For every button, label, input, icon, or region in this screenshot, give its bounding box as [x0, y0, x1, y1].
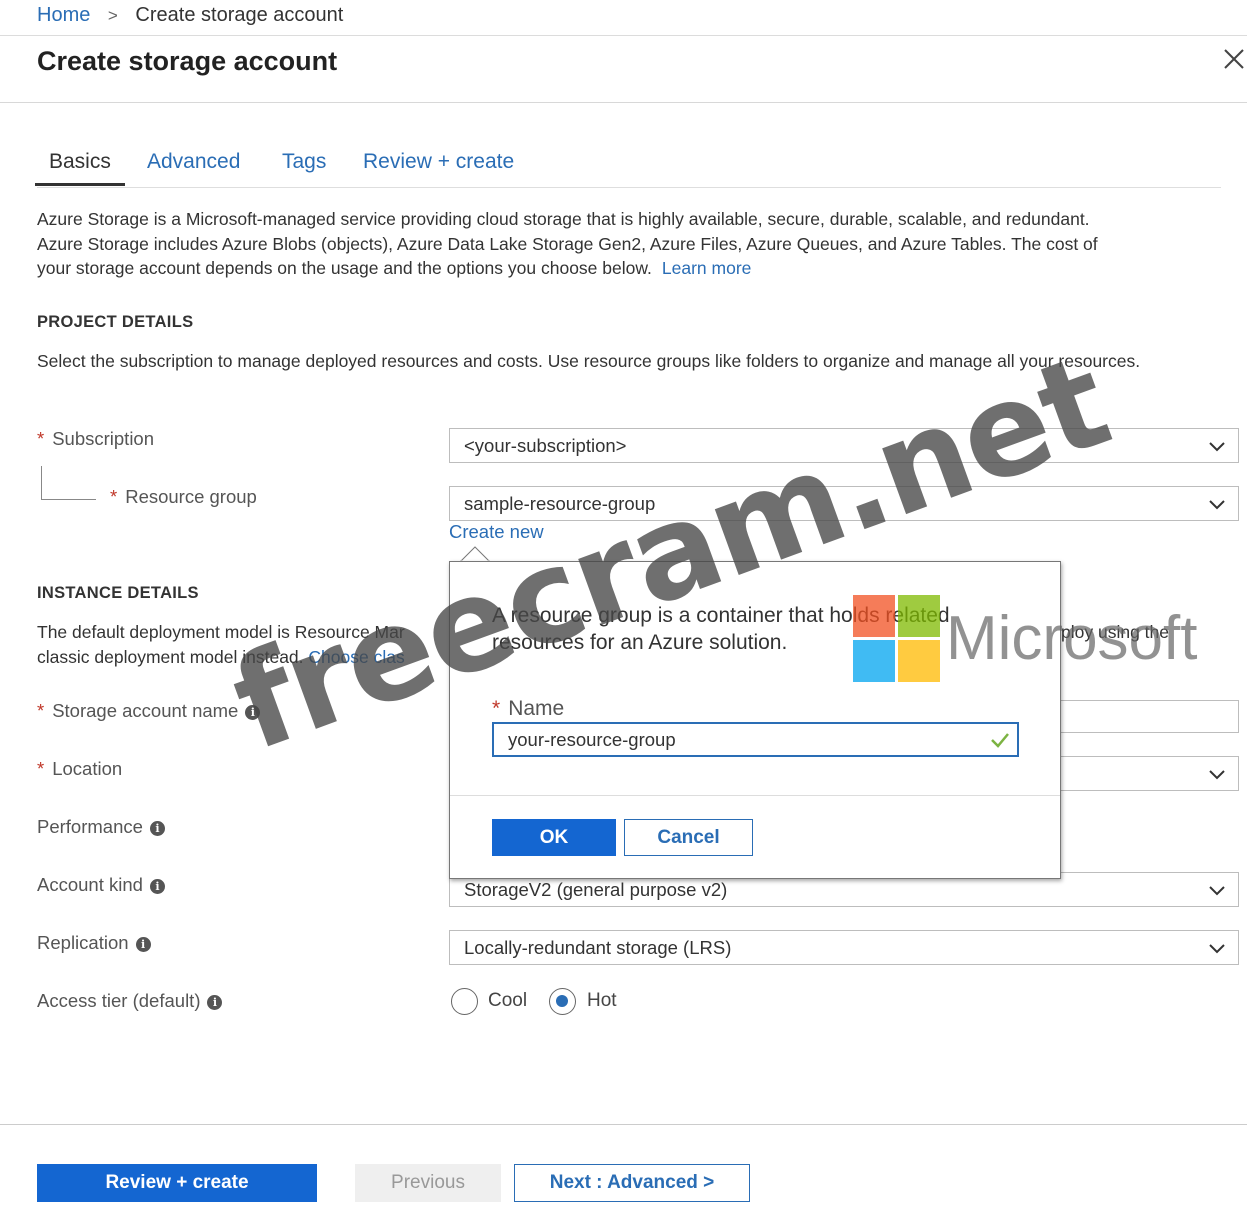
replication-select[interactable]: Locally-redundant storage (LRS) — [449, 930, 1239, 965]
resource-group-label-text: Resource group — [125, 486, 257, 507]
create-resource-group-callout: A resource group is a container that hol… — [449, 561, 1061, 879]
callout-description: A resource group is a container that hol… — [492, 604, 950, 654]
intro-line-3-text: your storage account depends on the usag… — [37, 258, 652, 278]
breadcrumb: Home > Create storage account — [37, 4, 343, 27]
breadcrumb-current: Create storage account — [135, 4, 344, 26]
tab-bar: Basics Advanced Tags Review + create — [35, 150, 1221, 188]
page-title: Create storage account — [37, 46, 338, 76]
replication-value: Locally-redundant storage (LRS) — [464, 937, 732, 958]
footer-divider — [0, 1124, 1247, 1125]
callout-name-label: * Name — [492, 697, 564, 721]
instance-desc-line-2-text: classic deployment model instead. — [37, 646, 304, 667]
account-kind-value: StorageV2 (general purpose v2) — [464, 879, 728, 900]
info-icon[interactable]: i — [149, 820, 165, 836]
access-tier-label-text: Access tier (default) — [37, 990, 201, 1011]
location-label-text: Location — [52, 758, 123, 779]
access-tier-label: Access tier (default) i — [37, 990, 223, 1012]
required-asterisk: * — [110, 486, 118, 507]
tab-advanced[interactable]: Advanced — [147, 150, 240, 184]
required-asterisk: * — [37, 758, 45, 779]
info-icon[interactable]: i — [207, 994, 223, 1010]
access-tier-cool-radio[interactable] — [451, 988, 478, 1015]
storage-account-name-label-text: Storage account name — [52, 700, 239, 721]
location-label: * Location — [37, 758, 122, 780]
subscription-label-text: Subscription — [52, 428, 155, 449]
close-icon[interactable] — [1222, 46, 1246, 72]
resource-group-value: sample-resource-group — [464, 493, 656, 514]
project-details-description: Select the subscription to manage deploy… — [37, 351, 1141, 371]
top-divider — [0, 35, 1247, 36]
chevron-down-icon — [1209, 770, 1225, 780]
callout-pointer — [460, 546, 490, 562]
review-create-button[interactable]: Review + create — [37, 1164, 317, 1202]
access-tier-hot-label: Hot — [587, 990, 617, 1011]
performance-label-text: Performance — [37, 816, 143, 837]
instance-desc-line-1-start: The default deployment model is Resource… — [37, 622, 405, 642]
breadcrumb-home-link[interactable]: Home — [37, 4, 90, 26]
learn-more-link[interactable]: Learn more — [662, 258, 752, 278]
resource-group-name-input[interactable]: your-resource-group — [492, 722, 1019, 757]
access-tier-cool-label: Cool — [488, 990, 528, 1011]
required-asterisk: * — [37, 428, 45, 449]
ok-button[interactable]: OK — [492, 819, 616, 856]
previous-button[interactable]: Previous — [355, 1164, 501, 1202]
subscription-value: <your-subscription> — [464, 435, 627, 456]
resource-group-select[interactable]: sample-resource-group — [449, 486, 1239, 521]
intro-line-3: your storage account depends on the usag… — [37, 256, 1227, 281]
account-kind-label: Account kind i — [37, 874, 165, 896]
cancel-button[interactable]: Cancel — [624, 819, 753, 856]
chevron-down-icon — [1209, 442, 1225, 452]
info-icon[interactable]: i — [245, 704, 261, 720]
tab-tags[interactable]: Tags — [282, 150, 326, 184]
resource-group-connector — [41, 466, 96, 500]
choose-classic-link[interactable]: Choose clas — [308, 647, 404, 667]
info-icon[interactable]: i — [149, 878, 165, 894]
required-asterisk: * — [492, 697, 501, 720]
instance-details-heading: INSTANCE DETAILS — [37, 584, 199, 602]
subscription-select[interactable]: <your-subscription> — [449, 428, 1239, 463]
account-kind-label-text: Account kind — [37, 874, 143, 895]
access-tier-hot-radio[interactable] — [549, 988, 576, 1015]
create-new-link[interactable]: Create new — [449, 521, 544, 543]
resource-group-label: * Resource group — [110, 486, 257, 508]
info-icon[interactable]: i — [135, 936, 151, 952]
intro-line-1: Azure Storage is a Microsoft-managed ser… — [37, 209, 1090, 229]
check-icon — [991, 733, 1009, 748]
intro-line-2: Azure Storage includes Azure Blobs (obje… — [37, 233, 1098, 254]
chevron-down-icon — [1209, 886, 1225, 896]
callout-name-label-text: Name — [508, 697, 565, 720]
replication-label: Replication i — [37, 932, 151, 954]
required-asterisk: * — [37, 700, 45, 721]
subscription-label: * Subscription — [37, 428, 154, 450]
instance-desc-line-1-end: ploy using the — [1061, 622, 1169, 642]
chevron-down-icon — [1209, 500, 1225, 510]
tab-basics[interactable]: Basics — [35, 150, 125, 186]
breadcrumb-separator: > — [107, 6, 118, 25]
replication-label-text: Replication — [37, 932, 129, 953]
callout-divider — [450, 795, 1060, 796]
resource-group-name-value: your-resource-group — [508, 729, 676, 750]
chevron-down-icon — [1209, 944, 1225, 954]
next-advanced-button[interactable]: Next : Advanced > — [514, 1164, 750, 1202]
title-divider — [0, 102, 1247, 103]
storage-account-name-label: * Storage account name i — [37, 700, 261, 722]
intro-text: Azure Storage is a Microsoft-managed ser… — [37, 207, 1227, 281]
project-details-heading: PROJECT DETAILS — [37, 313, 194, 331]
tab-review-create[interactable]: Review + create — [363, 150, 514, 184]
performance-label: Performance i — [37, 816, 165, 838]
